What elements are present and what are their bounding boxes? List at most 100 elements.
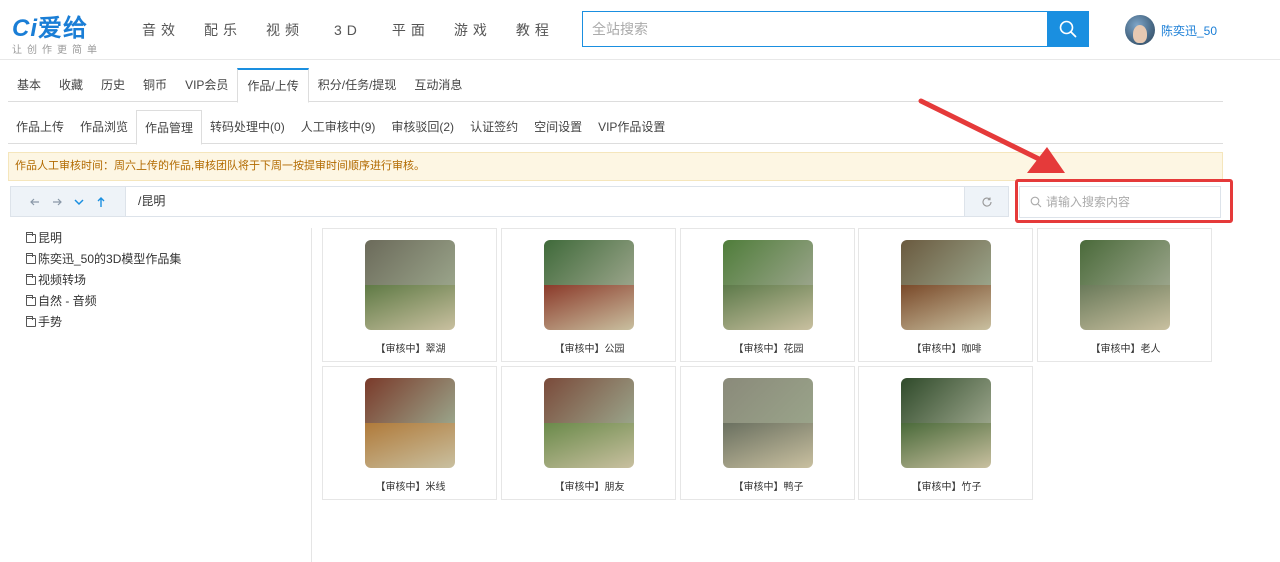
tab-favorites[interactable]: 收藏 bbox=[50, 68, 92, 102]
site-search-input[interactable] bbox=[583, 12, 1047, 46]
work-thumbnail bbox=[365, 240, 455, 330]
work-title: 【审核中】米线 bbox=[375, 482, 446, 493]
logo-prefix: Ci bbox=[12, 15, 38, 42]
work-title: 【审核中】翠湖 bbox=[375, 344, 446, 355]
nav-item-graphic[interactable]: 平面 bbox=[380, 0, 442, 60]
up-button[interactable] bbox=[94, 195, 108, 209]
work-thumbnail bbox=[723, 240, 813, 330]
work-title: 【审核中】花园 bbox=[733, 344, 804, 355]
tab-points-tasks[interactable]: 积分/任务/提现 bbox=[309, 68, 406, 102]
avatar[interactable] bbox=[1125, 15, 1155, 45]
thumb-bottom bbox=[1080, 285, 1170, 330]
work-card[interactable]: 【审核中】翠湖 bbox=[322, 228, 497, 362]
work-thumbnail bbox=[901, 240, 991, 330]
nav-item-music[interactable]: 配乐 bbox=[192, 0, 254, 60]
tab-works-upload[interactable]: 作品/上传 bbox=[237, 68, 309, 103]
search-icon bbox=[1059, 20, 1076, 38]
folder-label: 手势 bbox=[38, 315, 63, 329]
thumb-bottom bbox=[723, 423, 813, 468]
header: Ci爱给 让创作更简单 音效 配乐 视频 3D 平面 游戏 教程 陈奕迅_50 bbox=[0, 0, 1280, 60]
panel-divider bbox=[311, 228, 312, 562]
work-card[interactable]: 【审核中】竹子 bbox=[858, 366, 1033, 500]
thumb-top bbox=[365, 378, 455, 423]
tab-coins[interactable]: 铜币 bbox=[134, 68, 176, 102]
username[interactable]: 陈奕迅_50 bbox=[1161, 22, 1217, 39]
folder-item[interactable]: 昆明 bbox=[26, 228, 296, 249]
nav-item-game[interactable]: 游戏 bbox=[442, 0, 504, 60]
nav-item-video[interactable]: 视频 bbox=[254, 0, 316, 60]
thumb-bottom bbox=[901, 423, 991, 468]
work-thumbnail bbox=[901, 378, 991, 468]
history-dropdown-button[interactable] bbox=[72, 195, 86, 209]
work-card[interactable]: 【审核中】公园 bbox=[501, 228, 676, 362]
tab-manual-review[interactable]: 人工审核中(9) bbox=[293, 110, 384, 144]
folder-item[interactable]: 手势 bbox=[26, 312, 296, 333]
work-thumbnail bbox=[365, 378, 455, 468]
work-title: 【审核中】咖啡 bbox=[911, 344, 982, 355]
folder-label: 视频转场 bbox=[38, 273, 87, 287]
folder-icon bbox=[26, 232, 36, 243]
thumb-top bbox=[544, 378, 634, 423]
current-path[interactable]: /昆明 bbox=[126, 187, 964, 216]
work-card[interactable]: 【审核中】咖啡 bbox=[858, 228, 1033, 362]
tab-vip-settings[interactable]: VIP作品设置 bbox=[590, 110, 673, 144]
path-nav-buttons bbox=[11, 187, 126, 216]
folder-icon bbox=[26, 274, 36, 285]
folder-label: 陈奕迅_50的3D模型作品集 bbox=[38, 252, 182, 266]
work-thumbnail bbox=[544, 240, 634, 330]
user-menu[interactable]: 陈奕迅_50 bbox=[1125, 15, 1217, 45]
folder-item[interactable]: 自然 - 音频 bbox=[26, 291, 296, 312]
thumb-top bbox=[723, 378, 813, 423]
work-title: 【审核中】公园 bbox=[554, 344, 625, 355]
back-button[interactable] bbox=[28, 195, 42, 209]
tab-transcoding[interactable]: 转码处理中(0) bbox=[202, 110, 293, 144]
tab-browse[interactable]: 作品浏览 bbox=[72, 110, 136, 144]
refresh-icon bbox=[981, 197, 992, 207]
thumb-bottom bbox=[365, 423, 455, 468]
logo[interactable]: Ci爱给 让创作更简单 bbox=[12, 8, 112, 56]
nav-item-tutorial[interactable]: 教程 bbox=[504, 0, 566, 60]
refresh-button[interactable] bbox=[964, 187, 1008, 216]
tab-rejected[interactable]: 审核驳回(2) bbox=[383, 110, 462, 144]
work-card[interactable]: 【审核中】米线 bbox=[322, 366, 497, 500]
thumb-bottom bbox=[544, 285, 634, 330]
arrow-right-icon bbox=[53, 198, 62, 205]
thumb-top bbox=[723, 240, 813, 285]
work-card[interactable]: 【审核中】鸭子 bbox=[680, 366, 855, 500]
tab-space-settings[interactable]: 空间设置 bbox=[526, 110, 590, 144]
chevron-down-icon bbox=[74, 198, 84, 205]
site-search bbox=[582, 11, 1089, 47]
tab-history[interactable]: 历史 bbox=[92, 68, 134, 102]
thumb-bottom bbox=[544, 423, 634, 468]
tab-messages[interactable]: 互动消息 bbox=[405, 68, 471, 102]
folder-icon bbox=[26, 253, 36, 264]
forward-button[interactable] bbox=[50, 195, 64, 209]
tab-vip[interactable]: VIP会员 bbox=[176, 68, 237, 102]
work-thumbnail bbox=[544, 378, 634, 468]
arrow-left-icon bbox=[30, 198, 39, 205]
work-card[interactable]: 【审核中】老人 bbox=[1037, 228, 1212, 362]
thumb-top bbox=[365, 240, 455, 285]
work-card[interactable]: 【审核中】花园 bbox=[680, 228, 855, 362]
thumb-top bbox=[901, 378, 991, 423]
folder-icon bbox=[26, 316, 36, 327]
nav-item-sound-effects[interactable]: 音效 bbox=[130, 0, 192, 60]
folder-item[interactable]: 视频转场 bbox=[26, 270, 296, 291]
site-search-button[interactable] bbox=[1047, 12, 1088, 46]
folder-item[interactable]: 陈奕迅_50的3D模型作品集 bbox=[26, 249, 296, 270]
nav-item-3d[interactable]: 3D bbox=[316, 0, 380, 60]
folder-icon bbox=[26, 295, 36, 306]
folder-tree: 昆明 陈奕迅_50的3D模型作品集 视频转场 自然 - 音频 手势 bbox=[26, 228, 296, 333]
work-title: 【审核中】朋友 bbox=[554, 482, 625, 493]
work-card[interactable]: 【审核中】朋友 bbox=[501, 366, 676, 500]
tab-manage[interactable]: 作品管理 bbox=[136, 110, 203, 145]
work-title: 【审核中】鸭子 bbox=[733, 482, 804, 493]
annotation-arrow-icon bbox=[918, 98, 1065, 173]
work-thumbnail bbox=[1080, 240, 1170, 330]
logo-brand: 爱给 bbox=[38, 15, 88, 42]
tab-upload[interactable]: 作品上传 bbox=[8, 110, 72, 144]
tab-certification[interactable]: 认证签约 bbox=[462, 110, 526, 144]
folder-label: 昆明 bbox=[38, 231, 63, 245]
tab-basic[interactable]: 基本 bbox=[8, 68, 50, 102]
thumb-bottom bbox=[365, 285, 455, 330]
